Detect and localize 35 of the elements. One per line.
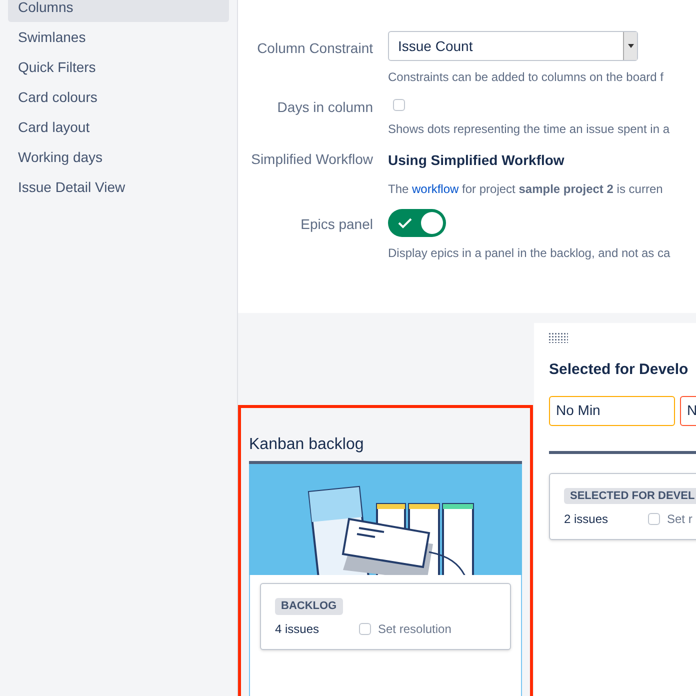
help-text: The workflow for project sample project 2 is curren xyxy=(388,181,664,198)
column-title: Kanban backlog xyxy=(249,435,365,455)
help-text: Display epics in a panel in the backlog, and not as ca xyxy=(388,245,672,262)
sidebar-item[interactable]: Card colours xyxy=(8,82,229,112)
checkbox[interactable] xyxy=(393,99,405,111)
sidebar-item[interactable]: Working days xyxy=(8,142,229,172)
sidebar-item[interactable]: Quick Filters xyxy=(8,52,229,82)
resolution-label: Set r xyxy=(667,510,692,528)
field-label: Column Constraint xyxy=(257,39,373,58)
sidebar-item[interactable]: Card layout xyxy=(8,112,229,142)
sidebar-item[interactable]: Columns xyxy=(8,0,229,22)
max-field[interactable]: N xyxy=(680,396,696,426)
column-title: Selected for Develo xyxy=(549,360,690,380)
drag-handle-icon[interactable] xyxy=(549,333,568,343)
help-text: Constraints can be added to columns on the board f xyxy=(388,69,665,86)
caret-icon xyxy=(628,44,634,48)
checkbox[interactable] xyxy=(648,512,660,524)
epics-toggle[interactable] xyxy=(388,209,446,237)
constraint-select[interactable]: Issue Count xyxy=(388,31,638,61)
field-label: Epics panel xyxy=(300,215,373,234)
resolution-label: Set resolution xyxy=(378,621,452,638)
workflow-link[interactable]: workflow xyxy=(412,182,459,196)
status-lozenge: SELECTED FOR DEVEL xyxy=(564,488,696,504)
field-label: Simplified Workflow xyxy=(251,150,373,169)
sidebar-item[interactable]: Swimlanes xyxy=(8,22,229,52)
issue-count: 4 issues xyxy=(275,621,320,638)
checkbox[interactable] xyxy=(359,623,371,635)
issue-count: 2 issues xyxy=(564,510,610,528)
check-icon xyxy=(398,217,412,229)
status-lozenge: BACKLOG xyxy=(275,598,343,614)
help-text: Shows dots representing the time an issue spent in a xyxy=(388,121,670,138)
workflow-status: Using Simplified Workflow xyxy=(388,152,564,168)
sidebar-item[interactable]: Issue Detail View xyxy=(8,172,229,202)
min-field[interactable]: No Min xyxy=(549,396,675,426)
field-label: Days in column xyxy=(277,98,373,117)
